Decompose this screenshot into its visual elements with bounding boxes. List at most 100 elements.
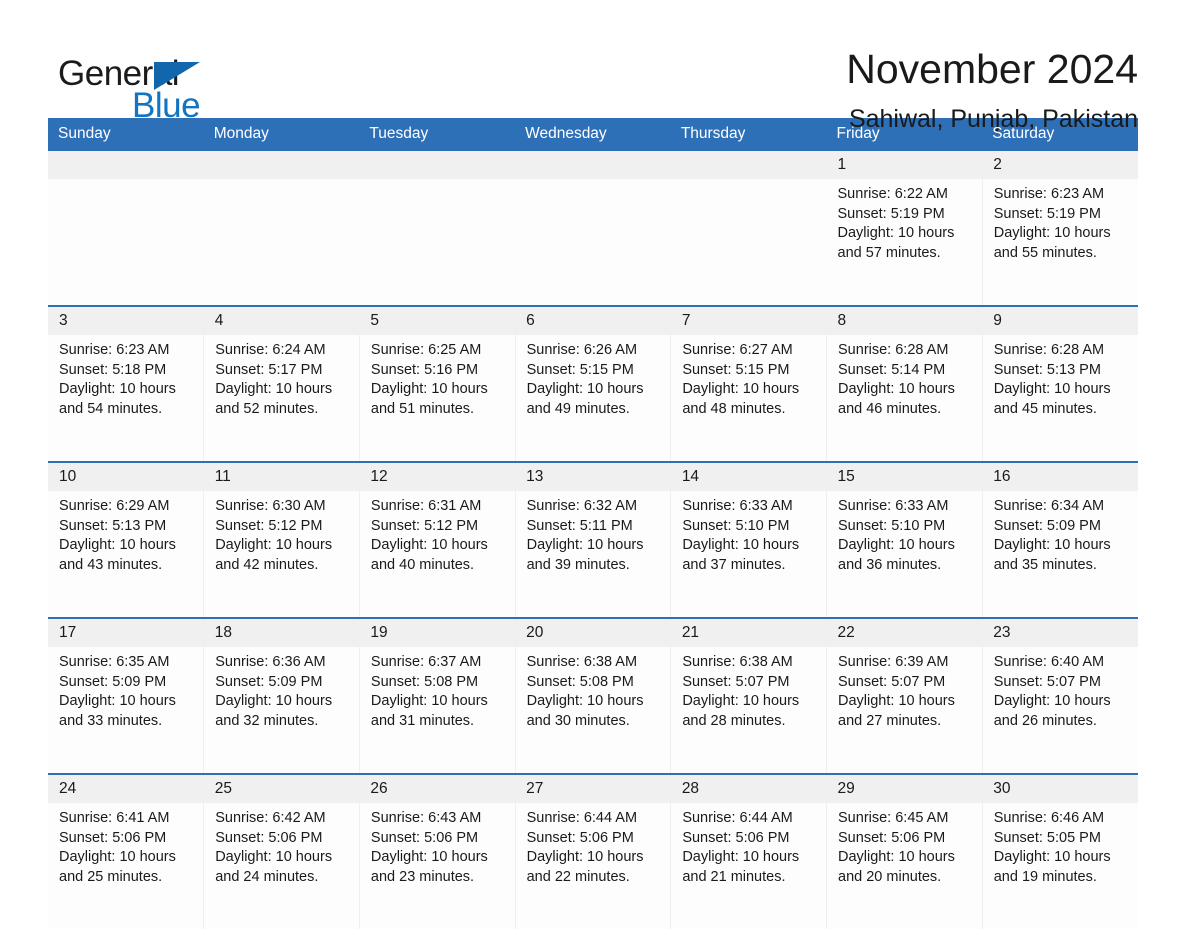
sunrise-text: Sunrise: 6:44 AM bbox=[682, 810, 793, 826]
sunset-text: Sunset: 5:17 PM bbox=[215, 361, 323, 378]
day-detail: Sunrise: 6:22 AM Sunset: 5:19 PM Dayligh… bbox=[826, 179, 983, 306]
daylight-text-line1: Daylight: 10 hours bbox=[526, 381, 644, 397]
day-number[interactable]: 9 bbox=[982, 305, 1138, 335]
sunrise-text: Sunrise: 6:35 AM bbox=[59, 654, 170, 670]
week-1-daynum-row: 1 2 bbox=[48, 151, 1138, 179]
daylight-text-line1: Daylight: 10 hours bbox=[993, 537, 1111, 553]
day-number[interactable]: 24 bbox=[48, 773, 204, 803]
daylight-text-line1: Daylight: 10 hours bbox=[682, 537, 800, 553]
day-number[interactable]: 26 bbox=[359, 773, 516, 803]
day-detail-empty bbox=[359, 179, 516, 306]
daylight-text-line2: and 55 minutes. bbox=[993, 244, 1097, 261]
day-number[interactable]: 29 bbox=[826, 773, 983, 803]
sunrise-text: Sunrise: 6:37 AM bbox=[370, 654, 482, 670]
week-3-daynum-row: 10 11 12 13 14 15 16 bbox=[48, 461, 1138, 491]
day-cell-empty bbox=[203, 151, 360, 179]
day-number[interactable]: 18 bbox=[203, 617, 360, 647]
day-detail: Sunrise: 6:23 AM Sunset: 5:19 PM Dayligh… bbox=[982, 179, 1138, 306]
weekday-header-tuesday: Tuesday bbox=[359, 118, 516, 151]
sunset-text: Sunset: 5:07 PM bbox=[682, 673, 790, 690]
day-detail: Sunrise: 6:26 AM Sunset: 5:15 PM Dayligh… bbox=[515, 335, 672, 462]
sunrise-text: Sunrise: 6:38 AM bbox=[526, 654, 638, 670]
sunrise-text: Sunrise: 6:30 AM bbox=[215, 498, 326, 514]
day-number[interactable]: 12 bbox=[359, 461, 516, 491]
sunset-text: Sunset: 5:06 PM bbox=[526, 829, 634, 846]
sunrise-text: Sunrise: 6:40 AM bbox=[993, 654, 1105, 670]
sunset-text: Sunset: 5:06 PM bbox=[215, 829, 323, 846]
sunrise-text: Sunrise: 6:28 AM bbox=[993, 342, 1105, 358]
day-number[interactable]: 8 bbox=[826, 305, 983, 335]
sunset-text: Sunset: 5:12 PM bbox=[215, 517, 323, 534]
sunset-text: Sunset: 5:12 PM bbox=[370, 517, 479, 534]
day-number[interactable]: 14 bbox=[670, 461, 827, 491]
logo-text-blue: Blue bbox=[132, 86, 201, 125]
sunrise-text: Sunrise: 6:33 AM bbox=[838, 498, 949, 514]
day-number[interactable]: 11 bbox=[203, 461, 360, 491]
day-number[interactable]: 25 bbox=[203, 773, 360, 803]
sunrise-text: Sunrise: 6:31 AM bbox=[370, 498, 482, 514]
sunrise-text: Sunrise: 6:29 AM bbox=[59, 498, 170, 514]
daylight-text-line1: Daylight: 10 hours bbox=[59, 537, 176, 553]
day-number[interactable]: 22 bbox=[826, 617, 983, 647]
daylight-text-line1: Daylight: 10 hours bbox=[215, 849, 333, 865]
day-number[interactable]: 21 bbox=[670, 617, 827, 647]
daylight-text-line2: and 20 minutes. bbox=[838, 868, 942, 885]
daylight-text-line2: and 37 minutes. bbox=[682, 556, 786, 573]
day-detail: Sunrise: 6:42 AM Sunset: 5:06 PM Dayligh… bbox=[203, 803, 360, 929]
sunset-text: Sunset: 5:19 PM bbox=[993, 205, 1101, 222]
day-detail: Sunrise: 6:28 AM Sunset: 5:14 PM Dayligh… bbox=[826, 335, 983, 462]
daylight-text-line1: Daylight: 10 hours bbox=[838, 537, 955, 553]
sunrise-text: Sunrise: 6:38 AM bbox=[682, 654, 793, 670]
general-blue-logo[interactable]: General Blue bbox=[58, 44, 248, 123]
day-number[interactable]: 20 bbox=[515, 617, 671, 647]
day-number[interactable]: 23 bbox=[982, 617, 1138, 647]
week-4-daynum-row: 17 18 19 20 21 22 23 bbox=[48, 617, 1138, 647]
day-number[interactable]: 16 bbox=[982, 461, 1138, 491]
day-number[interactable]: 30 bbox=[982, 773, 1138, 803]
day-number[interactable]: 17 bbox=[48, 617, 204, 647]
day-detail: Sunrise: 6:44 AM Sunset: 5:06 PM Dayligh… bbox=[515, 803, 672, 929]
sunrise-text: Sunrise: 6:43 AM bbox=[370, 810, 482, 826]
day-detail: Sunrise: 6:31 AM Sunset: 5:12 PM Dayligh… bbox=[359, 491, 516, 618]
daylight-text-line2: and 19 minutes. bbox=[993, 868, 1097, 885]
day-number[interactable]: 28 bbox=[670, 773, 827, 803]
day-number[interactable]: 7 bbox=[670, 305, 827, 335]
daylight-text-line1: Daylight: 10 hours bbox=[370, 849, 488, 865]
week-5-detail-row: Sunrise: 6:41 AM Sunset: 5:06 PM Dayligh… bbox=[48, 803, 1138, 929]
daylight-text-line2: and 28 minutes. bbox=[682, 712, 786, 729]
weekday-header-thursday: Thursday bbox=[670, 118, 827, 151]
page-title: November 2024 bbox=[846, 46, 1138, 92]
daylight-text-line1: Daylight: 10 hours bbox=[59, 693, 176, 709]
day-detail: Sunrise: 6:24 AM Sunset: 5:17 PM Dayligh… bbox=[203, 335, 360, 462]
day-detail: Sunrise: 6:30 AM Sunset: 5:12 PM Dayligh… bbox=[203, 491, 360, 618]
daylight-text-line2: and 30 minutes. bbox=[526, 712, 630, 729]
day-number[interactable]: 6 bbox=[515, 305, 671, 335]
day-cell-empty bbox=[670, 151, 827, 179]
day-number[interactable]: 1 bbox=[826, 151, 983, 179]
day-number[interactable]: 4 bbox=[203, 305, 360, 335]
day-detail: Sunrise: 6:33 AM Sunset: 5:10 PM Dayligh… bbox=[826, 491, 983, 618]
daylight-text-line2: and 33 minutes. bbox=[59, 712, 163, 729]
day-number[interactable]: 10 bbox=[48, 461, 204, 491]
daylight-text-line2: and 27 minutes. bbox=[838, 712, 942, 729]
daylight-text-line1: Daylight: 10 hours bbox=[526, 537, 644, 553]
sunset-text: Sunset: 5:15 PM bbox=[682, 361, 790, 378]
daylight-text-line2: and 39 minutes. bbox=[526, 556, 630, 573]
day-number[interactable]: 27 bbox=[515, 773, 671, 803]
sunrise-text: Sunrise: 6:23 AM bbox=[59, 342, 170, 358]
day-number[interactable]: 19 bbox=[359, 617, 516, 647]
day-number[interactable]: 13 bbox=[515, 461, 671, 491]
day-number[interactable]: 3 bbox=[48, 305, 204, 335]
sunset-text: Sunset: 5:18 PM bbox=[59, 361, 167, 378]
title-block: November 2024 Sahiwal, Punjab, Pakistan bbox=[846, 44, 1138, 134]
daylight-text-line1: Daylight: 10 hours bbox=[59, 381, 176, 397]
sunrise-text: Sunrise: 6:28 AM bbox=[838, 342, 949, 358]
day-number[interactable]: 2 bbox=[982, 151, 1138, 179]
sunrise-text: Sunrise: 6:25 AM bbox=[370, 342, 482, 358]
day-number[interactable]: 15 bbox=[826, 461, 983, 491]
day-number[interactable]: 5 bbox=[359, 305, 516, 335]
daylight-text-line2: and 35 minutes. bbox=[993, 556, 1097, 573]
daylight-text-line2: and 36 minutes. bbox=[838, 556, 942, 573]
sunset-text: Sunset: 5:09 PM bbox=[215, 673, 323, 690]
sunset-text: Sunset: 5:07 PM bbox=[993, 673, 1101, 690]
